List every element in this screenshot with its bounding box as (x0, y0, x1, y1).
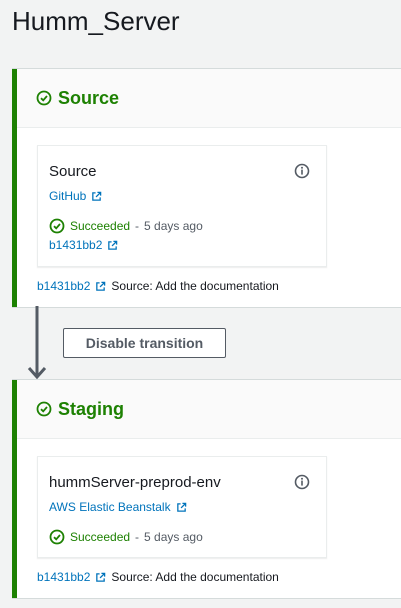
info-icon[interactable] (294, 474, 310, 490)
page-title: Humm_Server (12, 6, 180, 36)
provider-label: AWS Elastic Beanstalk (49, 500, 171, 514)
stage-header: Staging (12, 380, 401, 439)
action-name: Source (49, 163, 97, 180)
external-link-icon (96, 281, 106, 291)
footer-commit-link[interactable]: b1431bb2 (37, 279, 90, 293)
check-circle-icon (36, 90, 52, 106)
success-icon (49, 218, 65, 234)
external-link-icon (108, 240, 118, 250)
external-link-icon (176, 502, 186, 512)
stage-title: Staging (58, 398, 124, 419)
commit-link[interactable]: b1431bb2 (49, 238, 118, 252)
provider-label: GitHub (49, 189, 87, 203)
footer-message: Source: Add the documentation (111, 279, 279, 293)
provider-link[interactable]: AWS Elastic Beanstalk (49, 500, 187, 514)
stage-footer: b1431bb2 Source: Add the documentation (37, 279, 279, 293)
action-card: Source GitHub Succeeded - 5 days ago b14… (37, 145, 327, 267)
stage-transition: Disable transition (0, 306, 401, 380)
status-time: 5 days ago (144, 530, 203, 544)
status-time: 5 days ago (144, 219, 203, 233)
action-name: hummServer-preprod-env (49, 474, 221, 491)
footer-message: Source: Add the documentation (111, 570, 279, 584)
info-icon[interactable] (294, 163, 310, 179)
status-row: Succeeded - 5 days ago (49, 529, 203, 545)
action-card: hummServer-preprod-env AWS Elastic Beans… (37, 456, 327, 558)
status-text: Succeeded (70, 530, 131, 544)
footer-commit-link[interactable]: b1431bb2 (37, 570, 90, 584)
status-row: Succeeded - 5 days ago (49, 218, 203, 234)
success-icon (49, 529, 65, 545)
stage-source: Source Source GitHub Succeeded - 5 days … (12, 68, 401, 308)
provider-link[interactable]: GitHub (49, 189, 102, 203)
status-text: Succeeded (70, 219, 131, 233)
status-separator: - (135, 219, 140, 233)
external-link-icon (96, 572, 106, 582)
disable-transition-button[interactable]: Disable transition (63, 328, 226, 358)
external-link-icon (92, 191, 102, 201)
stage-header: Source (12, 69, 401, 128)
commit-id: b1431bb2 (49, 238, 103, 252)
check-circle-icon (36, 401, 52, 417)
stage-title: Source (58, 87, 120, 108)
transition-arrow-icon (27, 306, 47, 380)
status-separator: - (135, 530, 140, 544)
stage-staging: Staging hummServer-preprod-env AWS Elast… (12, 379, 401, 599)
stage-footer: b1431bb2 Source: Add the documentation (37, 570, 279, 584)
